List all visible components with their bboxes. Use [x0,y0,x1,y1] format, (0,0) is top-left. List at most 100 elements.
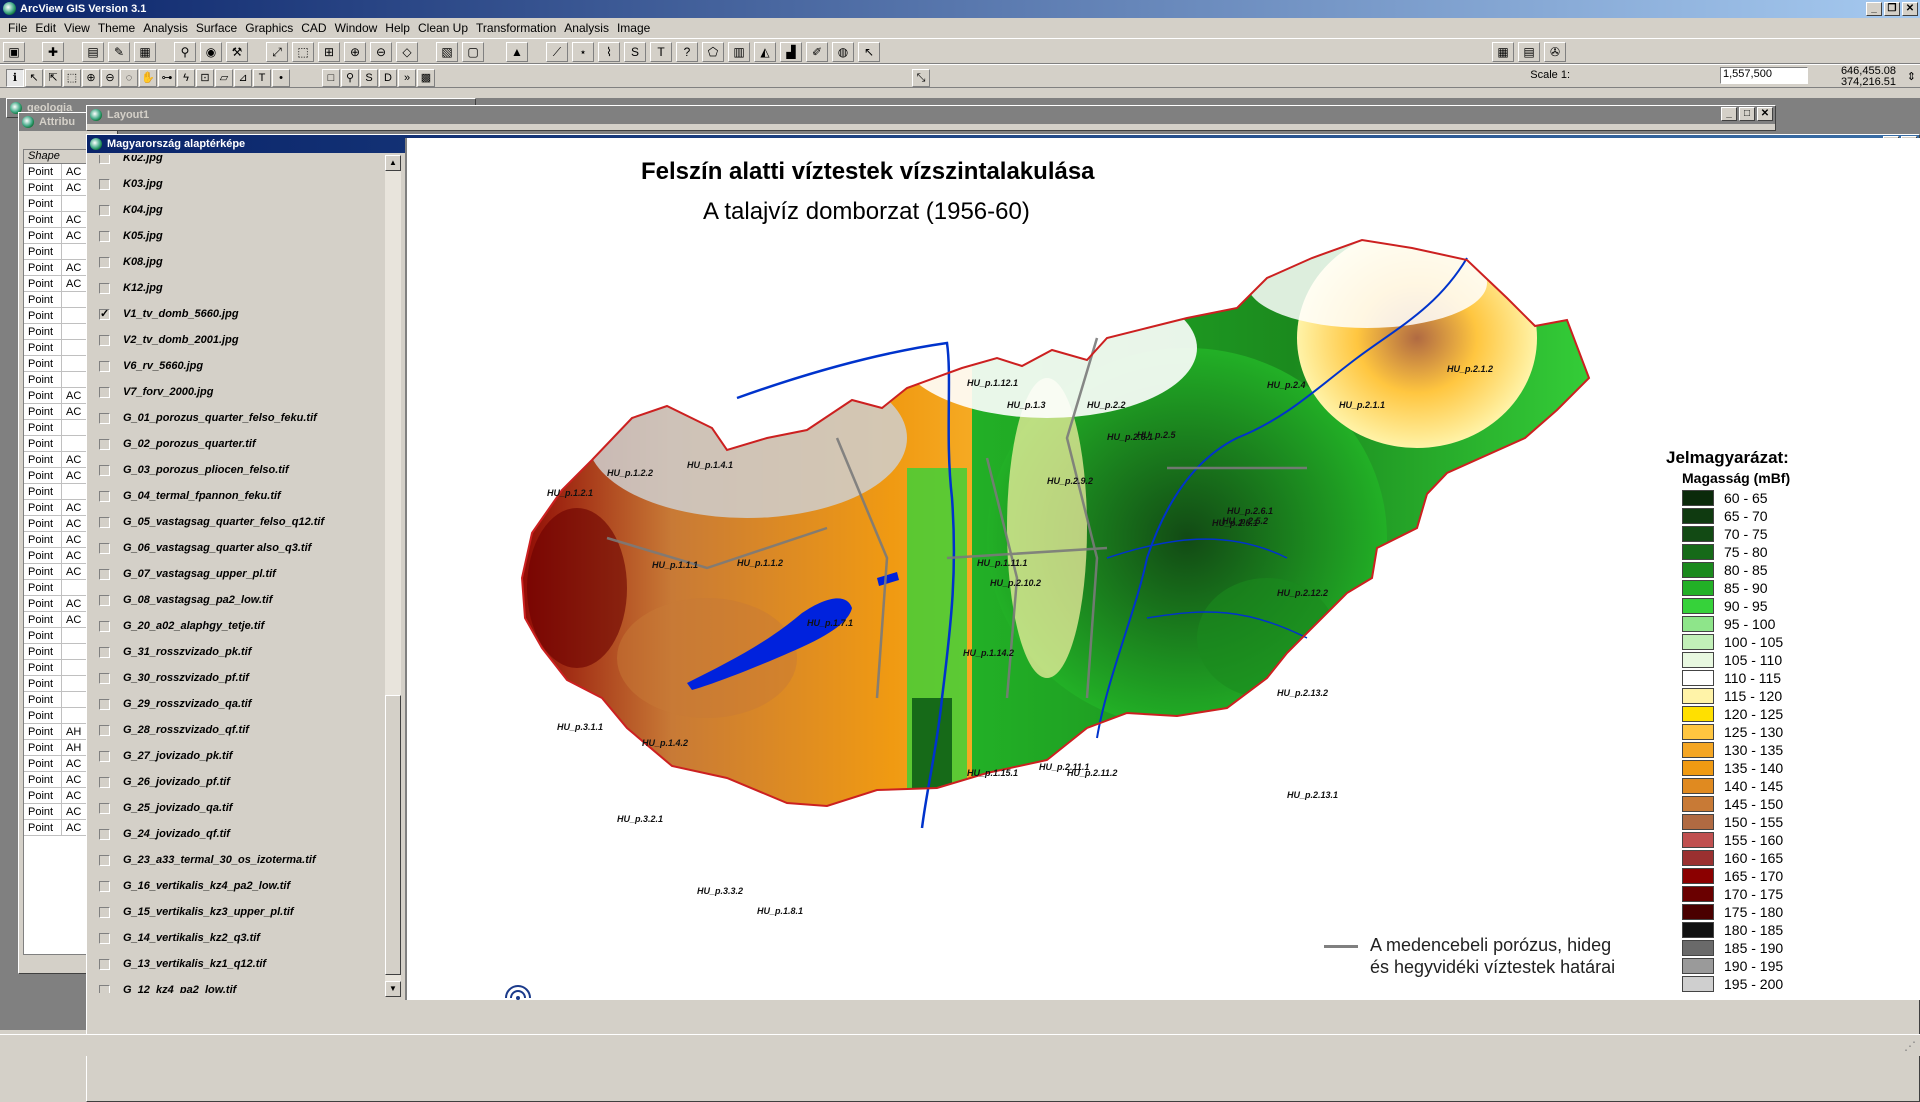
table-row[interactable]: Point [24,676,92,692]
menu-cad[interactable]: CAD [299,19,332,37]
polygon-tool-icon[interactable]: ⬠ [702,42,724,62]
toc-theme-item[interactable]: G_08_vastagsag_pa2_low.tif [89,589,389,615]
restore-button[interactable]: ❐ [1884,2,1900,16]
toc-theme-item[interactable]: V6_rv_5660.jpg [89,355,389,381]
theme-visibility-checkbox[interactable] [99,155,110,164]
table-row[interactable]: Point AC [24,564,92,580]
zoom-previous-icon[interactable]: ◇ [396,42,418,62]
table-row[interactable]: Point [24,436,92,452]
toc-theme-item[interactable]: G_30_rosszvizado_pf.tif [89,667,389,693]
identify-icon[interactable]: ℹ [6,69,24,87]
toc-theme-item[interactable]: G_16_vertikalis_kz4_pa2_low.tif [89,875,389,901]
theme-visibility-checkbox[interactable] [99,699,110,710]
menu-graphics[interactable]: Graphics [243,19,299,37]
menu-edit[interactable]: Edit [33,19,62,37]
theme-visibility-checkbox[interactable] [99,933,110,944]
vertex-tool-icon[interactable]: ⋆ [572,42,594,62]
edit-legend-icon[interactable]: ✎ [108,42,130,62]
table-row[interactable]: Point [24,692,92,708]
toc-theme-item[interactable]: G_05_vastagsag_quarter_felso_q12.tif [89,511,389,537]
grid-tool-icon[interactable]: ▩ [417,69,435,87]
theme-visibility-checkbox[interactable] [99,543,110,554]
table-row[interactable]: Point AC [24,212,92,228]
zoom-out-icon[interactable]: ⊖ [370,42,392,62]
locate-address-icon[interactable]: ◉ [200,42,222,62]
toc-theme-item[interactable]: G_24_jovizado_qf.tif [89,823,389,849]
area-of-interest-icon[interactable]: ⊡ [196,69,214,87]
open-table-icon[interactable]: ▦ [134,42,156,62]
toc-theme-item[interactable]: G_25_jovizado_qa.tif [89,797,389,823]
table-row[interactable]: Point AC [24,228,92,244]
theme-visibility-checkbox[interactable] [99,569,110,580]
table-row[interactable]: Point AC [24,500,92,516]
d-tool-icon[interactable]: D [379,69,397,87]
menu-window[interactable]: Window [333,19,384,37]
globe-icon[interactable]: ◍ [832,42,854,62]
pointer-icon[interactable]: ↖ [25,69,43,87]
theme-visibility-checkbox[interactable] [99,283,110,294]
table-row[interactable]: Point [24,244,92,260]
help-pointer-icon[interactable]: ↖ [858,42,880,62]
zoom-out-tool-icon[interactable]: ⊖ [101,69,119,87]
theme-visibility-checkbox[interactable] [99,829,110,840]
table-row[interactable]: Point [24,324,92,340]
toc-theme-item[interactable]: G_06_vastagsag_quarter also_q3.tif [89,537,389,563]
label-tool-icon[interactable]: ⊿ [234,69,252,87]
toc-theme-item[interactable]: V7_forv_2000.jpg [89,381,389,407]
zoom-in-tool-icon[interactable]: ⊕ [82,69,100,87]
toc-theme-item[interactable]: G_04_termal_fpannon_feku.tif [89,485,389,511]
table-row[interactable]: Point AC [24,388,92,404]
close-button[interactable]: ✕ [1902,2,1918,16]
table-row[interactable]: Point AC [24,788,92,804]
text-icon[interactable]: T [253,69,271,87]
theme-visibility-checkbox[interactable] [99,673,110,684]
pan-hand-icon[interactable]: ✋ [139,69,157,87]
toc-theme-item[interactable]: ✓ V1_tv_domb_5660.jpg [89,303,389,329]
theme-visibility-checkbox[interactable] [99,725,110,736]
table-row[interactable]: Point AC [24,404,92,420]
theme-visibility-checkbox[interactable] [99,985,110,993]
scroll-down-icon[interactable]: ▼ [385,981,401,997]
table-row[interactable]: Point [24,644,92,660]
layout-print-icon[interactable]: ✇ [1544,42,1566,62]
layout-window[interactable]: Layout1 _ □ ✕ [86,105,1776,131]
zoom-to-selected-icon[interactable]: ⊞ [318,42,340,62]
theme-visibility-checkbox[interactable] [99,491,110,502]
table-row[interactable]: Point AC [24,612,92,628]
draw-rect-icon[interactable]: □ [322,69,340,87]
map-canvas[interactable]: Felszín alatti víztestek vízszintalakulá… [405,138,1920,1000]
theme-visibility-checkbox[interactable] [99,803,110,814]
scroll-up-icon[interactable]: ▲ [385,155,401,171]
table-row[interactable]: Point [24,356,92,372]
menu-clean-up[interactable]: Clean Up [416,19,474,37]
toc-theme-item[interactable]: G_28_rosszvizado_qf.tif [89,719,389,745]
table-row[interactable]: Point AC [24,804,92,820]
theme-visibility-checkbox[interactable] [99,179,110,190]
menu-transformation[interactable]: Transformation [474,19,562,37]
resize-tool-icon[interactable]: ⤡ [912,69,930,87]
zoom-to-full-extent-icon[interactable]: ⤢ [266,42,288,62]
snap-tool-icon[interactable]: S [624,42,646,62]
table-row[interactable]: Point AC [24,772,92,788]
toc-theme-item[interactable]: G_13_vertikalis_kz1_q12.tif [89,953,389,979]
theme-visibility-checkbox[interactable] [99,881,110,892]
table-row[interactable]: Point [24,420,92,436]
layout-page-icon[interactable]: ▤ [1518,42,1540,62]
table-row[interactable]: Point AC [24,516,92,532]
search-tool-icon[interactable]: ⚲ [341,69,359,87]
toc-theme-item[interactable]: K02.jpg [89,155,389,173]
toc-theme-item[interactable]: G_20_a02_alaphgy_tetje.tif [89,615,389,641]
minimize-button[interactable]: _ [1866,2,1882,16]
select-features-icon[interactable]: ▧ [436,42,458,62]
theme-properties-icon[interactable]: ▤ [82,42,104,62]
theme-visibility-checkbox[interactable] [99,465,110,476]
zoom-box-icon[interactable]: ◌ [120,69,138,87]
query-builder-icon[interactable]: ⚒ [226,42,248,62]
text-tool-icon[interactable]: T [650,42,672,62]
theme-visibility-checkbox[interactable] [99,361,110,372]
theme-visibility-checkbox[interactable] [99,439,110,450]
table-row[interactable]: Point AC [24,756,92,772]
toc-theme-item[interactable]: G_12_kz4_pa2_low.tif [89,979,389,993]
toc-theme-item[interactable]: K12.jpg [89,277,389,303]
theme-visibility-checkbox[interactable] [99,517,110,528]
